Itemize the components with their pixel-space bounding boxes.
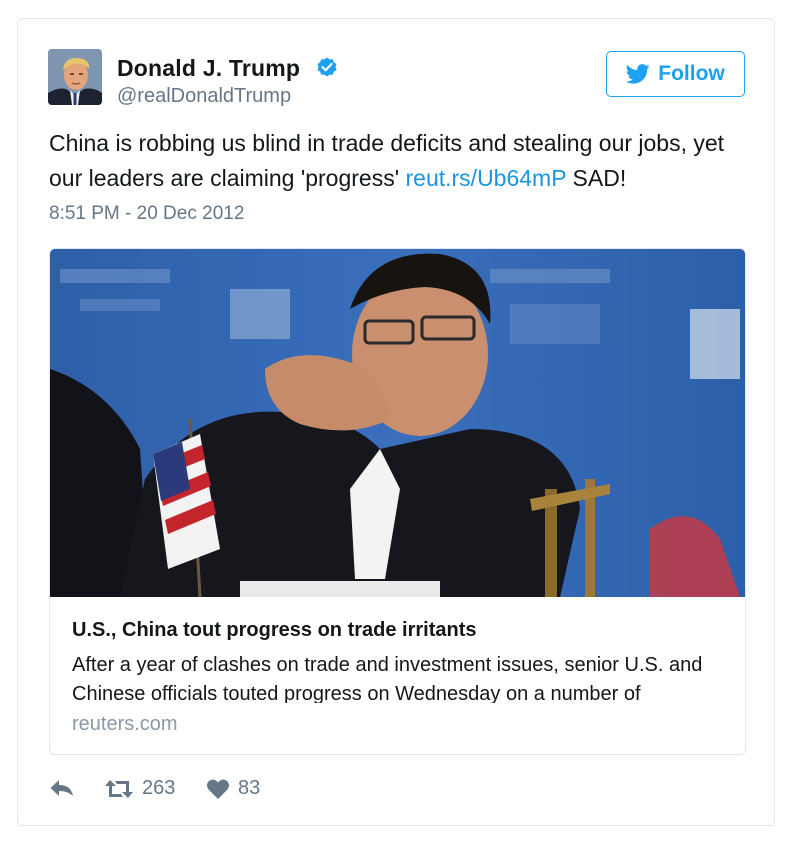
display-name[interactable]: Donald J. Trump	[117, 55, 300, 82]
card-domain: reuters.com	[72, 713, 178, 735]
user-handle[interactable]: @realDonaldTrump	[117, 85, 291, 108]
like-count: 83	[238, 777, 261, 799]
card-photo	[50, 249, 745, 597]
card-image[interactable]	[50, 249, 745, 597]
reply-icon	[50, 780, 73, 796]
tweet-text-after: SAD!	[566, 165, 627, 191]
retweet-count: 263	[142, 777, 176, 799]
reply-button[interactable]	[49, 777, 75, 799]
avatar[interactable]	[48, 49, 102, 105]
heart-icon	[207, 779, 229, 799]
tweet-card: Donald J. Trump @realDonaldTrump Follow …	[17, 18, 775, 826]
verified-icon	[317, 57, 337, 77]
twitter-bird-icon	[626, 64, 650, 84]
follow-label: Follow	[658, 62, 725, 85]
timestamp[interactable]: 8:51 PM - 20 Dec 2012	[49, 203, 244, 225]
retweet-icon	[105, 779, 133, 798]
card-title: U.S., China tout progress on trade irrit…	[72, 619, 477, 641]
avatar-portrait	[48, 49, 102, 105]
link-card[interactable]: U.S., China tout progress on trade irrit…	[49, 248, 746, 755]
like-button[interactable]: 83	[206, 777, 260, 800]
card-description: After a year of clashes on trade and inv…	[72, 654, 703, 703]
follow-button[interactable]: Follow	[606, 51, 745, 97]
retweet-button[interactable]: 263	[104, 777, 175, 800]
tweet-link[interactable]: reut.rs/Ub64mP	[406, 165, 567, 191]
tweet-text: China is robbing us blind in trade defic…	[49, 126, 749, 196]
